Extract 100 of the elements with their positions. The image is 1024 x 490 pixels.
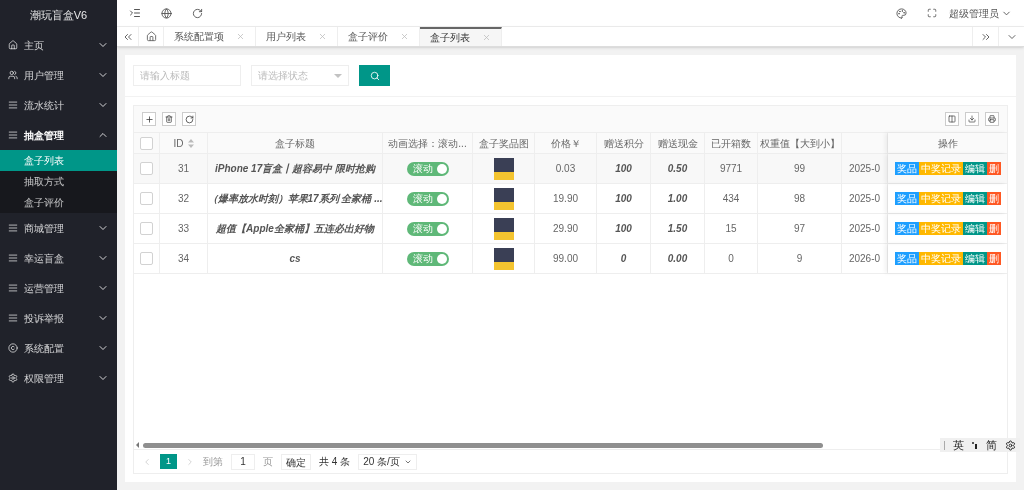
table-cell-text: 1.50 (667, 222, 688, 236)
action-button[interactable]: 编辑 (962, 222, 987, 235)
confirm-button[interactable]: 确定 (281, 453, 311, 470)
table-cell-text: 97 (793, 222, 806, 236)
table-cell-text: 9 (796, 252, 803, 266)
column-header: 已开箱数 (711, 136, 751, 151)
tab[interactable]: 系统配置项 (164, 27, 256, 46)
add-button[interactable] (142, 112, 156, 126)
sidebar-item[interactable]: 幸运盲盒 (0, 243, 117, 273)
print-button[interactable] (985, 112, 999, 126)
palette-icon[interactable] (896, 7, 907, 19)
page-input[interactable]: 1 (231, 453, 255, 470)
column-header: 价格￥ (550, 136, 581, 151)
checkbox[interactable] (140, 192, 153, 205)
refresh-button[interactable] (182, 112, 196, 126)
submenu-item[interactable]: 抽取方式 (0, 171, 117, 192)
table-cell-text: 29.90 (553, 222, 578, 236)
action-button[interactable]: 编辑 (962, 162, 987, 175)
table-cell-text: 19.90 (553, 192, 578, 206)
goto-label: 到第 (203, 455, 223, 469)
search-button[interactable] (359, 65, 390, 86)
table-cell-text: 9771 (719, 162, 743, 176)
refresh-icon[interactable] (192, 7, 203, 19)
table-cell-text: 2025-0 (848, 222, 881, 236)
table-cell-text: 434 (722, 192, 740, 206)
export-button[interactable] (965, 112, 979, 126)
column-header: 盒子标题 (275, 136, 315, 151)
home-icon[interactable] (145, 31, 157, 42)
table-cell-text: 31 (177, 162, 190, 176)
settings-icon[interactable] (1005, 439, 1016, 451)
column-header: 盒子奖品图 (478, 136, 529, 151)
menu-toggle-icon[interactable] (129, 7, 141, 19)
columns-icon (948, 115, 956, 123)
table-cell-text: 2025-0 (848, 192, 881, 206)
page-unit-label: 页 (263, 455, 273, 469)
sidebar-item[interactable]: 用户管理 (0, 60, 117, 90)
table-cell-text: 99 (793, 162, 806, 176)
table-cell-text: 15 (725, 222, 737, 236)
user-menu[interactable]: 超级管理员 (949, 5, 1012, 21)
submenu-item[interactable]: 盒子评价 (0, 192, 117, 213)
submenu-item[interactable]: 盒子列表 (0, 150, 117, 171)
table-cell-text: 超值【Apple全家桶】五连必出好物 (216, 222, 374, 236)
table-cell-text: 0 (620, 252, 627, 266)
dropdown-caret-icon (334, 73, 342, 78)
table-cell-text: 99.00 (553, 252, 578, 266)
page-size-select[interactable]: 20 条/页 (358, 453, 417, 470)
column-header: 权重值【大到小】 (759, 136, 840, 151)
refresh-icon (184, 114, 194, 124)
photo-placeholder (493, 247, 514, 270)
page-button[interactable]: 1 (160, 454, 177, 469)
column-header[interactable]: ID (173, 135, 194, 151)
table-cell-text: 33 (177, 222, 190, 236)
sidebar-item[interactable]: 抽盒管理 (0, 120, 117, 150)
tab[interactable]: 盒子列表 (420, 27, 502, 46)
table-cell-text: cs (289, 252, 301, 266)
table-cell-text: 2025-0 (848, 162, 881, 176)
table-cell-text: 2026-0 (848, 252, 881, 266)
checkbox[interactable] (140, 162, 153, 175)
total-count: 共 4 条 (319, 455, 351, 469)
plus-icon (144, 114, 154, 124)
table-cell-text: （爆率放水时刻）苹果17系列 全家桶 ... (207, 192, 383, 206)
column-header: 赠送积分 (603, 136, 644, 151)
ime-mode[interactable]: 简 (986, 436, 997, 454)
table-cell-text: 98 (793, 192, 806, 206)
punctuation-icon[interactable] (972, 441, 978, 449)
table-cell-text: 1.00 (667, 192, 688, 206)
sidebar-item[interactable]: 权限管理 (0, 363, 117, 393)
horizontal-scrollbar[interactable] (134, 441, 825, 449)
table-cell-text: 100 (615, 162, 632, 176)
search-icon (369, 70, 380, 81)
action-button[interactable]: 编辑 (962, 252, 987, 265)
globe-icon[interactable] (161, 7, 172, 19)
photo-placeholder (493, 217, 514, 240)
sidebar-item[interactable]: 投诉举报 (0, 303, 117, 333)
table-cell-text: 32 (177, 192, 190, 206)
table-cell-text: 0.50 (667, 162, 688, 176)
table-cell-text: 0 (728, 252, 734, 266)
delete-button[interactable] (162, 112, 176, 126)
checkbox[interactable] (140, 222, 153, 235)
columns-button[interactable] (945, 112, 959, 126)
tab[interactable]: 用户列表 (256, 27, 338, 46)
action-button[interactable]: 编辑 (962, 192, 987, 205)
photo-placeholder (493, 187, 514, 210)
table-cell-text: 100 (615, 222, 632, 236)
checkbox[interactable] (140, 136, 153, 150)
sidebar-item[interactable]: 运营管理 (0, 273, 117, 303)
sidebar-item[interactable]: 商城管理 (0, 213, 117, 243)
sort-icon (187, 138, 194, 148)
ime-language[interactable]: 英 (953, 436, 964, 454)
fullscreen-icon[interactable] (927, 8, 937, 18)
title-search-field[interactable]: 请输入标题 (133, 65, 241, 86)
column-header: 动画选择：滚动... (388, 136, 467, 151)
sidebar-item[interactable]: 流水统计 (0, 90, 117, 120)
table-cell-text: iPhone 17盲盒丨超容易中 限时抢购 (215, 162, 375, 176)
sidebar-item[interactable]: 主页 (0, 30, 117, 60)
download-icon (968, 115, 976, 123)
trash-icon (165, 115, 173, 123)
printer-icon (988, 115, 996, 123)
checkbox[interactable] (140, 252, 153, 265)
sidebar-item[interactable]: 系统配置 (0, 333, 117, 363)
